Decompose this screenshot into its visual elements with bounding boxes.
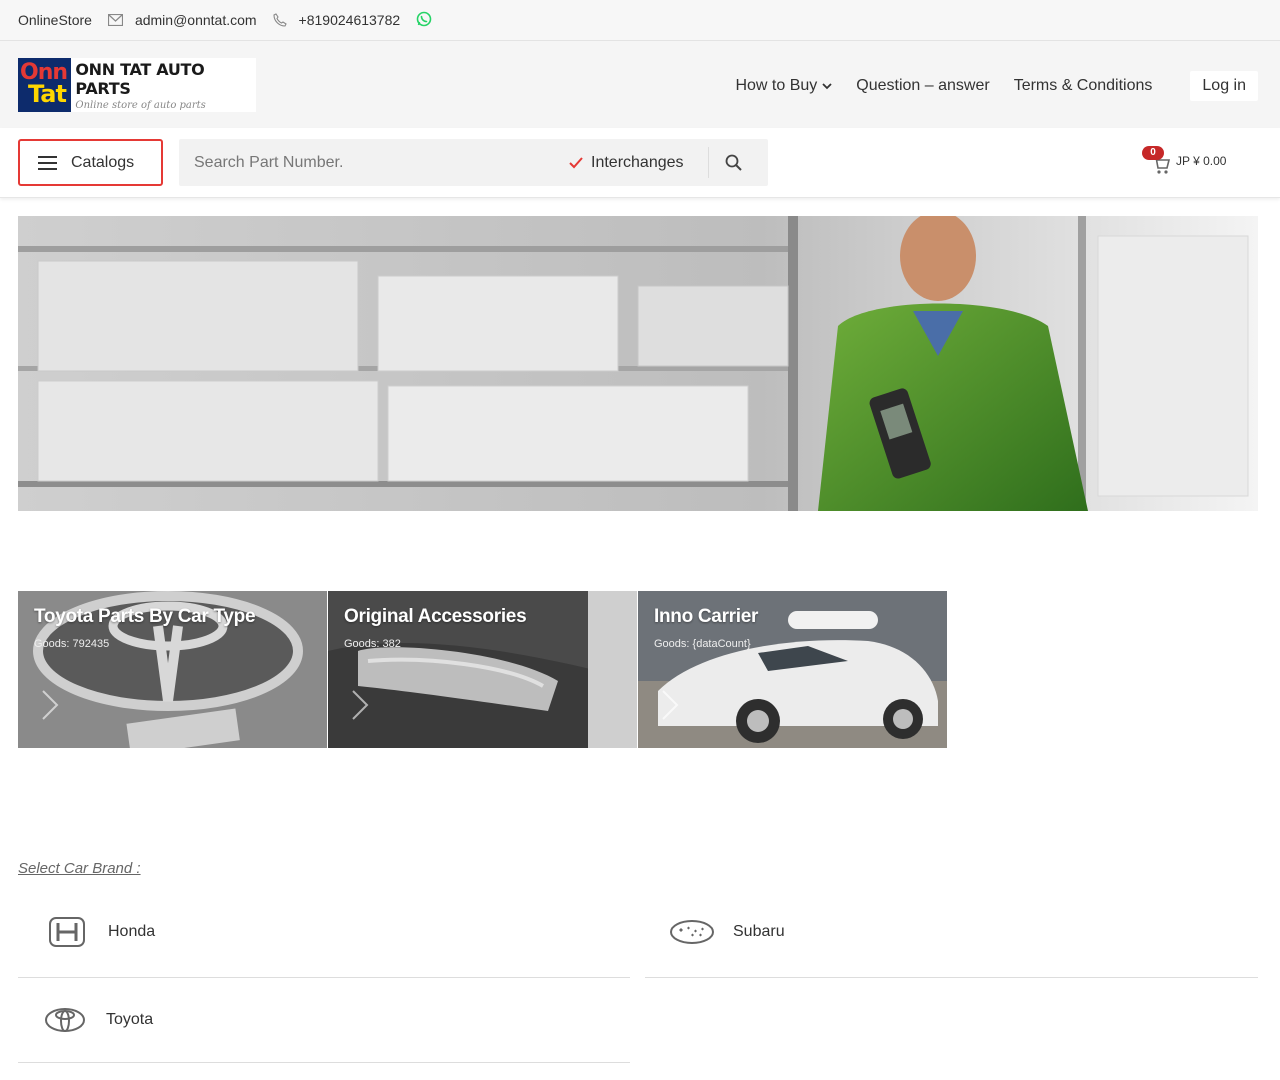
store-name[interactable]: OnlineStore [18, 12, 92, 28]
nav-how-to-buy[interactable]: How to Buy [735, 77, 832, 95]
hero-banner[interactable] [18, 216, 1258, 511]
nav-question-answer[interactable]: Question – answer [856, 77, 989, 95]
honda-logo-icon [44, 916, 90, 948]
toyota-logo-icon [42, 1006, 88, 1034]
store-name-label: OnlineStore [18, 12, 92, 28]
subaru-logo-icon [669, 918, 715, 946]
search-icon[interactable] [725, 154, 742, 171]
login-label: Log in [1202, 77, 1246, 94]
nav-question-answer-label: Question – answer [856, 77, 990, 94]
brand-item-toyota[interactable]: Toyota [18, 978, 630, 1063]
nav-how-to-buy-label: How to Buy [735, 77, 818, 94]
brand-label: Toyota [106, 1011, 154, 1028]
category-title: Inno Carrier [654, 606, 759, 627]
brand-item-honda[interactable]: Honda [18, 886, 630, 978]
phone-contact[interactable]: +819024613782 [272, 12, 401, 28]
category-goods-count: Goods: 792435 [34, 638, 110, 650]
category-card-inno-carrier[interactable]: Inno Carrier Goods: {dataCount} [638, 591, 947, 748]
hero-warehouse-illustration [18, 216, 1258, 511]
phone-icon [272, 13, 287, 27]
cart-total: JP ¥ 0.00 [1176, 154, 1227, 168]
chevron-right-icon [350, 689, 370, 724]
catalogs-button[interactable]: Catalogs [18, 139, 163, 186]
interchanges-label: Interchanges [591, 153, 684, 171]
brand-label: Honda [108, 922, 156, 940]
category-title: Original Accessories [344, 606, 527, 627]
nav-terms-label: Terms & Conditions [1013, 77, 1153, 94]
brand-label: Subaru [733, 922, 785, 940]
whatsapp-link[interactable] [416, 11, 432, 30]
logo-badge: Onn Tat [18, 58, 72, 112]
email-contact[interactable]: admin@onntat.com [107, 12, 257, 28]
chevron-right-icon [660, 689, 680, 724]
search-box: Interchanges [179, 139, 768, 186]
logo-text: ONN TAT AUTO PARTS Online store of auto … [75, 60, 256, 111]
checkmark-icon [569, 156, 583, 169]
category-goods-count: Goods: 382 [344, 638, 401, 650]
cart-count-badge: 0 [1142, 146, 1164, 160]
logo-subtitle: Online store of auto parts [75, 99, 206, 111]
category-card-toyota-parts[interactable]: Toyota Parts By Car Type Goods: 792435 [18, 591, 327, 748]
catalogs-label: Catalogs [71, 153, 135, 171]
login-button[interactable]: Log in [1190, 71, 1258, 101]
interchanges-checkbox[interactable]: Interchanges [569, 147, 709, 178]
whatsapp-icon [416, 11, 432, 30]
logo-badge-line2: Tat [28, 80, 67, 108]
category-cards: Toyota Parts By Car Type Goods: 792435 O… [18, 591, 948, 748]
select-brand-heading: Select Car Brand : [18, 860, 141, 877]
main-nav: How to Buy Question – answer Terms & Con… [711, 71, 1258, 101]
category-goods-count: Goods: {dataCount} [654, 638, 751, 650]
category-card-original-accessories[interactable]: Original Accessories Goods: 382 [328, 591, 637, 748]
nav-terms-conditions[interactable]: Terms & Conditions [1014, 77, 1153, 95]
mail-icon [107, 14, 123, 26]
logo-title: ONN TAT AUTO PARTS [75, 59, 205, 98]
cart-widget[interactable]: 0 JP ¥ 0.00 [1142, 146, 1226, 176]
site-header: Onn Tat ONN TAT AUTO PARTS Online store … [0, 41, 1280, 128]
phone-text: +819024613782 [298, 12, 401, 28]
chevron-right-icon [40, 689, 60, 724]
email-text: admin@onntat.com [134, 12, 257, 28]
search-input[interactable] [179, 139, 569, 186]
site-logo[interactable]: Onn Tat ONN TAT AUTO PARTS Online store … [18, 58, 256, 112]
brand-item-subaru[interactable]: Subaru [645, 886, 1258, 978]
top-bar: OnlineStore admin@onntat.com +8190246137… [0, 0, 1280, 41]
category-title: Toyota Parts By Car Type [34, 606, 256, 627]
chevron-down-icon [822, 82, 832, 90]
search-row: Catalogs Interchanges 0 JP ¥ 0.00 [0, 128, 1280, 198]
cart-icon: 0 [1142, 146, 1172, 176]
menu-icon [38, 155, 57, 170]
